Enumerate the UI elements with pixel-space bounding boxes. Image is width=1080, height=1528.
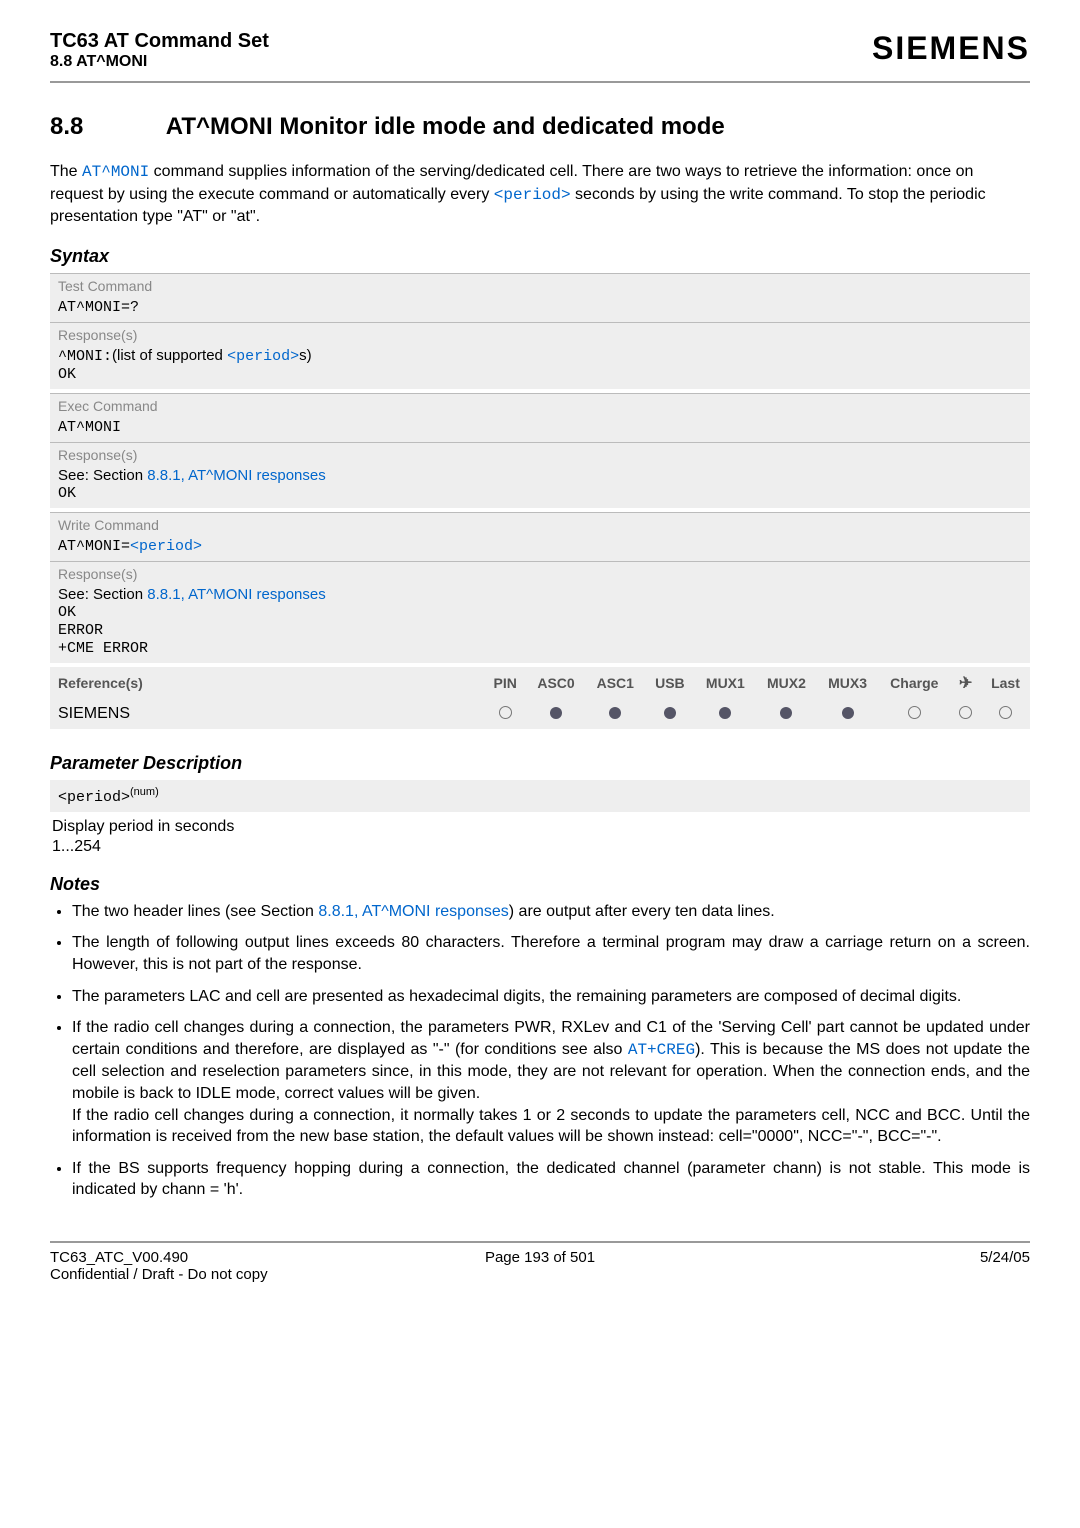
param-link-period-3[interactable]: <period> — [130, 538, 202, 555]
link-section-881-a[interactable]: 8.8.1, AT^MONI responses — [147, 467, 326, 484]
note-item: The two header lines (see Section 8.8.1,… — [72, 901, 1030, 923]
write-command-label: Write Command — [50, 512, 1030, 535]
reference-label: Reference(s) — [50, 667, 484, 699]
section-title-text: AT^MONI Monitor idle mode and dedicated … — [166, 113, 725, 140]
note-item: If the BS supports frequency hopping dur… — [72, 1158, 1030, 1201]
cmd-link-atmoni[interactable]: AT^MONI — [82, 163, 149, 181]
note-item: The length of following output lines exc… — [72, 932, 1030, 975]
note-item: The parameters LAC and cell are presente… — [72, 986, 1030, 1008]
cmd-link-atcreg[interactable]: AT+CREG — [628, 1041, 695, 1059]
test-command: AT^MONI=? — [58, 299, 139, 316]
page-header: TC63 AT Command Set 8.8 AT^MONI SIEMENS — [50, 30, 1030, 83]
param-range: 1...254 — [50, 836, 1030, 856]
param-desc: Display period in seconds — [50, 812, 1030, 836]
page-footer: TC63_ATC_V00.490 Confidential / Draft - … — [50, 1241, 1030, 1283]
exec-response-label: Response(s) — [50, 442, 1030, 465]
exec-command-label: Exec Command — [50, 393, 1030, 416]
write-command-pre: AT^MONI= — [58, 538, 130, 555]
brand-logo: SIEMENS — [872, 30, 1030, 67]
param-link-period[interactable]: <period> — [494, 186, 571, 204]
notes-heading: Notes — [50, 874, 1030, 895]
note-item: If the radio cell changes during a conne… — [72, 1017, 1030, 1148]
reference-data-row: SIEMENS — [50, 699, 1030, 729]
section-number: 8.8 — [50, 113, 160, 141]
footer-date: 5/24/05 — [707, 1249, 1030, 1283]
airplane-icon — [959, 675, 972, 691]
write-response-label: Response(s) — [50, 561, 1030, 584]
status-dot-filled — [780, 707, 792, 719]
status-dot-filled — [719, 707, 731, 719]
status-dot-filled — [609, 707, 621, 719]
doc-title: TC63 AT Command Set — [50, 30, 269, 53]
param-link-period-2[interactable]: <period> — [227, 348, 299, 365]
reference-table: Reference(s) PIN ASC0 ASC1 USB MUX1 MUX2… — [50, 667, 1030, 729]
write-response: See: Section 8.8.1, AT^MONI responses OK… — [50, 584, 1030, 663]
status-dot-filled — [842, 707, 854, 719]
link-section-881-b[interactable]: 8.8.1, AT^MONI responses — [147, 586, 326, 603]
exec-response: See: Section 8.8.1, AT^MONI responses OK — [50, 465, 1030, 508]
reference-header-row: Reference(s) PIN ASC0 ASC1 USB MUX1 MUX2… — [50, 667, 1030, 699]
param-box: <period>(num) — [50, 780, 1030, 812]
notes-list: The two header lines (see Section 8.8.1,… — [50, 901, 1030, 1201]
section-heading: 8.8 AT^MONI Monitor idle mode and dedica… — [50, 113, 1030, 141]
test-response: ^MONI:(list of supported <period>s) OK — [50, 345, 1030, 389]
test-command-label: Test Command — [50, 273, 1030, 296]
status-dot-empty — [959, 706, 972, 719]
status-dot-filled — [550, 707, 562, 719]
footer-page: Page 193 of 501 — [378, 1249, 701, 1283]
exec-command: AT^MONI — [58, 419, 121, 436]
status-dot-empty — [499, 706, 512, 719]
status-dot-empty — [908, 706, 921, 719]
footer-docid: TC63_ATC_V00.490 — [50, 1249, 373, 1266]
status-dot-filled — [664, 707, 676, 719]
syntax-heading: Syntax — [50, 246, 1030, 267]
param-desc-heading: Parameter Description — [50, 753, 1030, 774]
reference-vendor: SIEMENS — [50, 699, 484, 729]
link-section-881-c[interactable]: 8.8.1, AT^MONI responses — [318, 903, 508, 920]
section-ref: 8.8 AT^MONI — [50, 53, 269, 71]
footer-confidential: Confidential / Draft - Do not copy — [50, 1266, 373, 1283]
intro-paragraph: The AT^MONI command supplies information… — [50, 161, 1030, 228]
test-response-label: Response(s) — [50, 322, 1030, 345]
status-dot-empty — [999, 706, 1012, 719]
